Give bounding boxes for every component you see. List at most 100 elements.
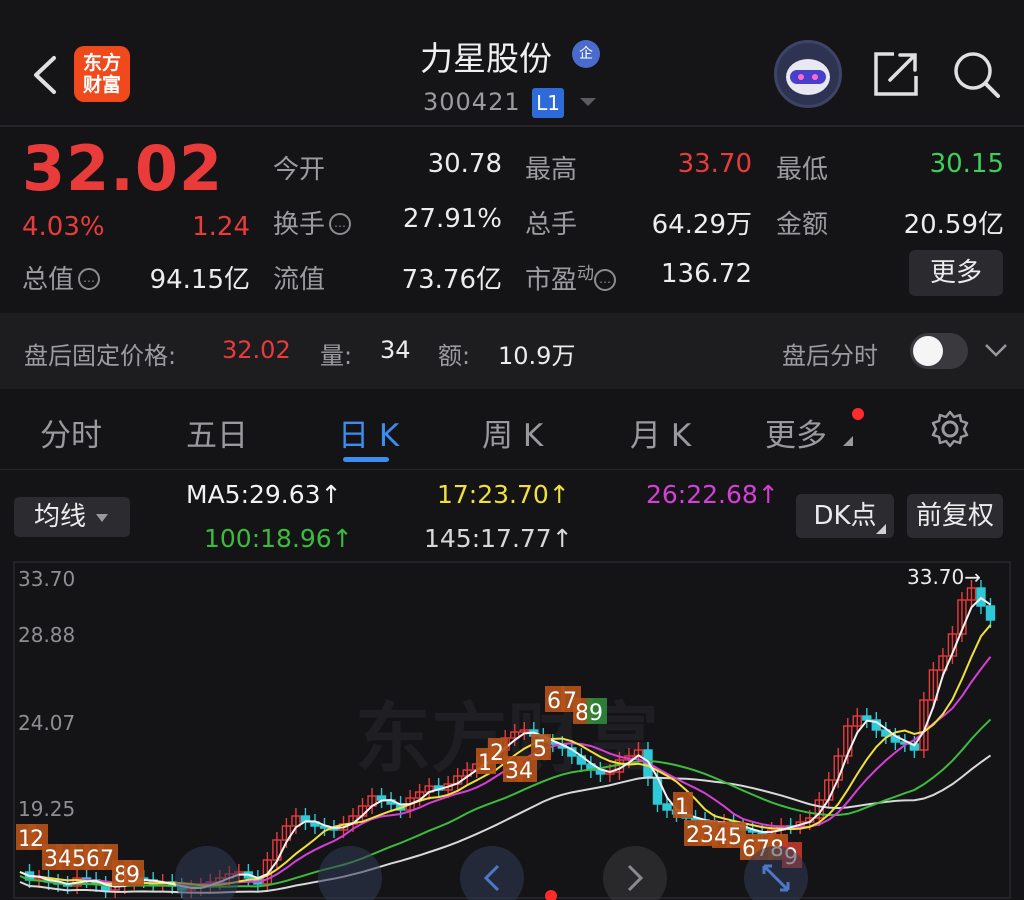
td-label-bottom: 5 [728,825,742,850]
td-label-left: 4 [58,847,72,872]
level-badge[interactable]: L1 [532,88,564,118]
float-value: 73.76亿 [401,265,502,295]
turnover-value: 27.91% [402,204,502,234]
adjust-button[interactable]: 前复权 [907,494,1003,538]
td-label-left: 6 [86,847,100,872]
tab-weekly-k[interactable]: 周 K [482,410,543,455]
td-label-left: 2 [30,827,44,852]
pe-label-text: 市盈 [525,265,578,296]
search-icon[interactable] [952,50,1002,100]
change-percent: 4.03% [22,212,105,242]
mktcap-label-text: 总值 [22,265,75,295]
ma5-value: MA5:29.63↑ [186,480,342,509]
td-label-left: 7 [100,847,114,872]
zoom-out-button[interactable] [175,846,239,900]
candle-body [662,803,672,811]
td-label-top: 6 [547,689,561,714]
corner-triangle-icon [843,436,853,446]
corner-triangle-icon [876,524,886,534]
after-hours-vol-label: 量: [320,342,353,370]
top-bar: 东方财富 力星股份 企 300421 L1 [0,0,1024,125]
ma26-value: 26:22.68↑ [646,480,779,509]
td-label-bottom: 3 [700,823,714,848]
after-hours-price-label: 盘后固定价格: [24,342,177,370]
after-hours-price: 32.02 [222,336,291,364]
td-label-top: 5 [533,737,547,762]
y-axis-ticks: 33.70 28.88 24.07 19.25 [18,567,75,821]
indicator-dot [545,890,557,900]
high-label: 最高 [525,155,578,185]
after-hours-amt: 10.9万 [498,342,576,370]
ma17-value: 17:23.70↑ [437,480,570,509]
y-tick-label: 19.25 [18,797,75,821]
logo-text: 东方财富 [82,52,121,96]
td-label-top: 9 [589,701,603,726]
after-hours-vol: 34 [380,336,411,364]
change-amount: 1.24 [192,212,250,242]
dk-label: DK点 [813,501,877,531]
high-marker: 33.70→ [907,565,981,589]
chevron-down-icon[interactable] [580,98,596,108]
td-label-top: 3 [505,759,519,784]
divider [0,125,1024,127]
info-icon[interactable]: … [329,213,352,235]
amount-value: 20.59亿 [903,210,1004,240]
dropdown-arrow-icon [96,513,109,522]
info-icon[interactable]: … [78,268,101,290]
td-label-top: 4 [519,759,533,784]
stock-code: 300421 [423,88,521,116]
indicator-dropdown-label: 均线 [34,502,87,532]
td-label-top: 8 [575,701,589,726]
active-tab-indicator [343,457,389,462]
pe-value: 136.72 [661,259,752,289]
td-label-bottom: 2 [686,823,700,848]
back-arrow-icon[interactable] [30,54,60,96]
stock-name: 力星股份 [420,39,552,78]
y-tick-label: 33.70 [18,567,75,591]
tab-monthly-k[interactable]: 月 K [630,410,691,455]
chevron-down-icon[interactable] [984,342,1008,358]
low-value: 30.15 [929,149,1004,179]
td-label-left: 9 [126,863,140,888]
turnover-label: 换手… [273,204,352,241]
td-label-bottom: 1 [675,795,689,820]
tab-timeshare[interactable]: 分时 [40,410,102,455]
y-tick-label: 28.88 [18,623,75,647]
ma145-value: 145:17.77↑ [424,524,573,553]
amount-label: 金额 [776,210,829,240]
share-icon[interactable] [872,50,920,98]
candle-body [862,715,872,721]
toggle-knob [913,336,943,366]
indicator-dropdown[interactable]: 均线 [14,497,130,537]
kline-chart[interactable]: 东方财富 33.7028.8824.0719.25 12345678912345… [0,560,1024,900]
gear-icon[interactable] [930,409,970,449]
mktcap-label: 总值… [22,259,101,296]
more-button[interactable]: 更多 [909,250,1003,296]
td-label-left: 5 [72,847,86,872]
td-label-bottom: 4 [714,825,728,850]
turnover-label-text: 换手 [273,210,326,240]
mktcap-value: 94.15亿 [149,265,250,295]
assistant-avatar[interactable] [774,40,842,108]
high-value: 33.70 [677,149,752,179]
enterprise-badge: 企 [572,40,600,68]
candle-body [376,795,387,801]
tab-five-day[interactable]: 五日 [186,410,248,455]
volume-value: 64.29万 [651,210,752,240]
tab-more[interactable]: 更多 [765,410,827,455]
info-icon[interactable]: … [594,268,617,291]
after-hours-amt-label: 额: [438,342,471,370]
tab-daily-k[interactable]: 日 K [338,410,399,455]
ma100-value: 100:18.96↑ [204,524,353,553]
float-label: 流值 [273,265,326,295]
divider [0,469,1024,470]
low-label: 最低 [776,155,829,185]
robot-icon [786,59,830,95]
open-value: 30.78 [427,149,502,179]
pe-sup: 动 [577,264,595,284]
after-hours-timeshare-label: 盘后分时 [782,342,878,370]
current-price: 32.02 [22,132,224,205]
app-logo: 东方财富 [74,46,130,102]
td-label-top: 2 [490,741,504,766]
candle-body [985,605,996,621]
